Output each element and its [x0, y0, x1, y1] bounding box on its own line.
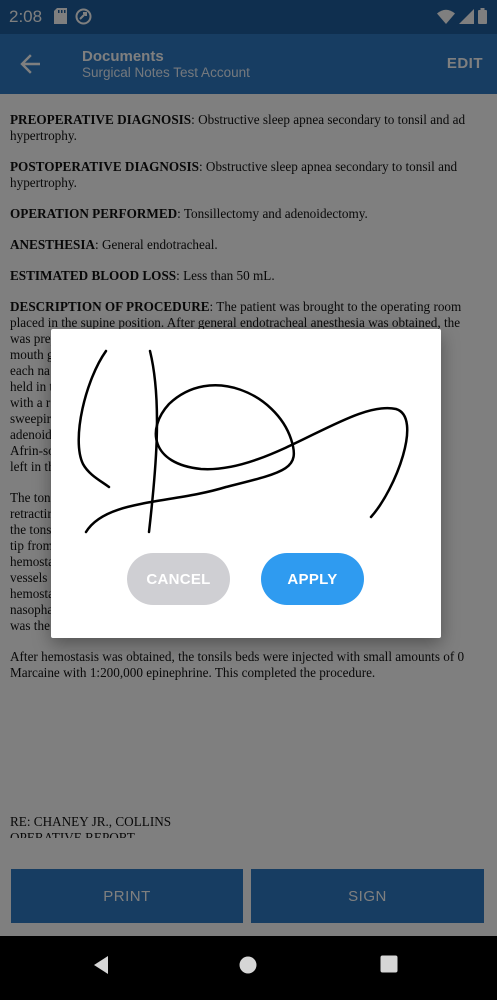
signature-stroke [77, 349, 111, 489]
nav-recents-icon[interactable] [380, 955, 398, 973]
system-nav-bar [0, 936, 497, 1000]
nav-back-icon[interactable] [92, 955, 110, 975]
cancel-button[interactable]: CANCEL [127, 553, 230, 605]
apply-button[interactable]: APPLY [261, 553, 364, 605]
signature-dialog: CANCEL APPLY [51, 329, 441, 638]
signature-stroke [84, 384, 409, 534]
signature-pad[interactable] [51, 329, 441, 549]
nav-home-icon[interactable] [238, 955, 258, 975]
